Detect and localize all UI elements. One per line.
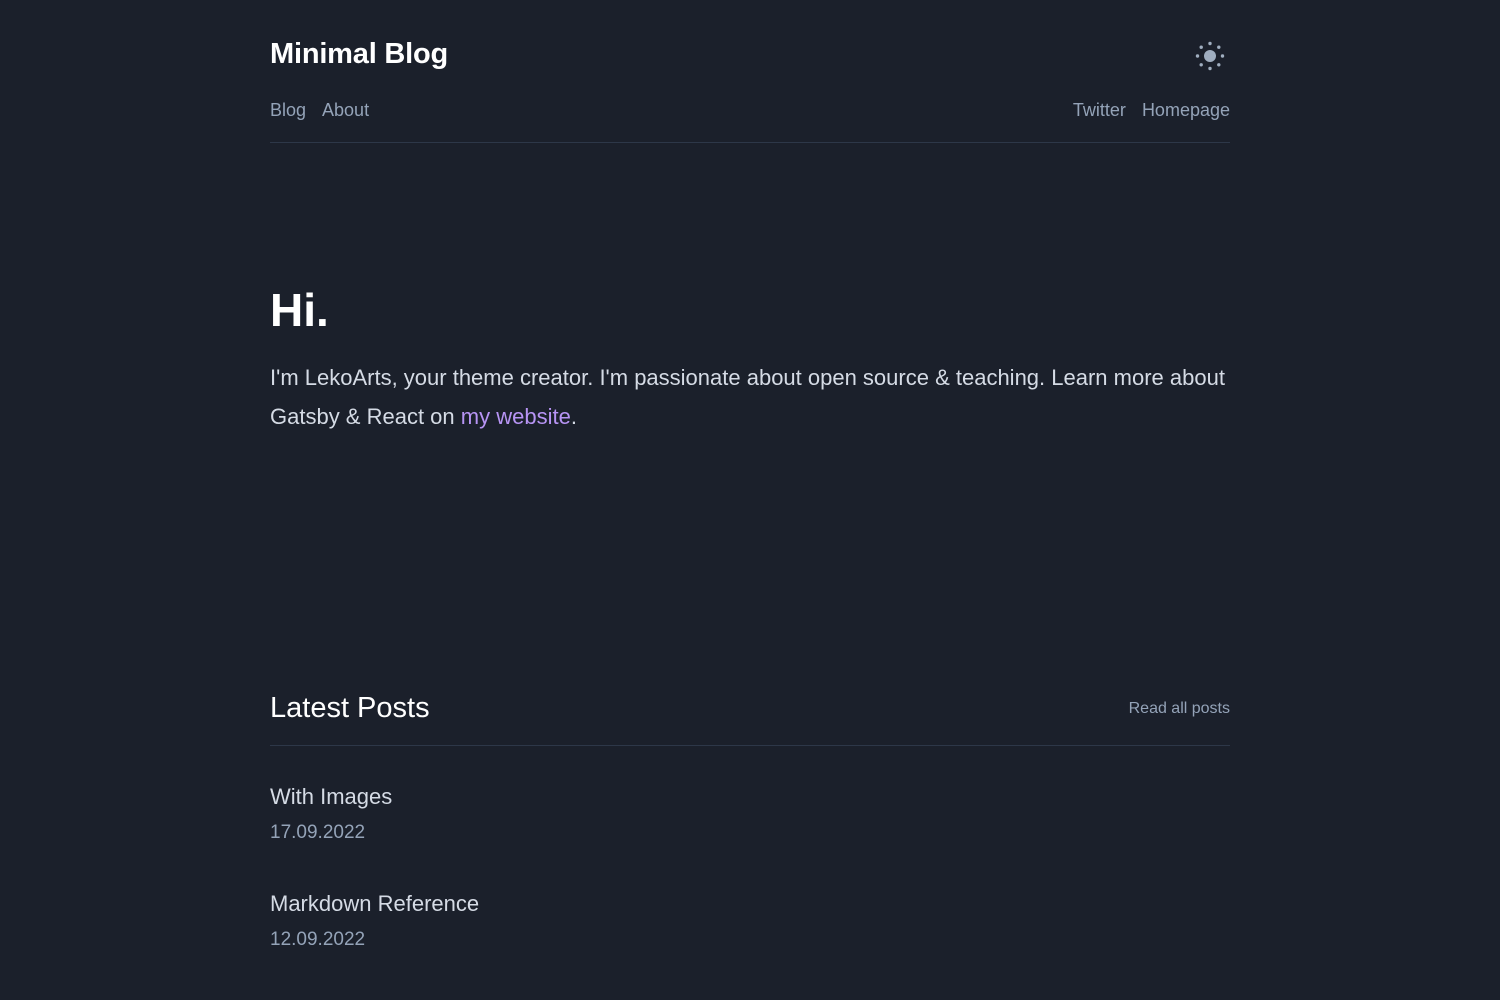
header-divider: [270, 142, 1230, 143]
my-website-link[interactable]: my website: [461, 404, 571, 429]
page-container: Minimal Blog Blog About Twitter Homepage: [270, 0, 1230, 1000]
latest-posts-title: Latest Posts: [270, 692, 430, 724]
nav-link-homepage[interactable]: Homepage: [1142, 100, 1230, 121]
nav-link-twitter[interactable]: Twitter: [1073, 100, 1126, 121]
list-item: Markdown Reference 12.09.2022: [270, 887, 1230, 994]
hero-text-intro: I'm LekoArts, your theme creator. I'm pa…: [270, 365, 1225, 429]
post-date: 17.09.2022: [270, 822, 366, 843]
hero-text: I'm LekoArts, your theme creator. I'm pa…: [270, 358, 1230, 436]
sun-icon: [1195, 41, 1225, 71]
read-all-posts-link[interactable]: Read all posts: [1129, 700, 1230, 718]
theme-toggle-button[interactable]: [1190, 36, 1230, 76]
hero-title: Hi.: [270, 284, 329, 336]
post-title-link[interactable]: With Images: [270, 780, 1230, 814]
post-title-link[interactable]: Markdown Reference: [270, 887, 1230, 921]
hero-text-end: .: [570, 404, 577, 429]
post-date: 12.09.2022: [270, 929, 366, 950]
nav-link-about[interactable]: About: [322, 100, 369, 121]
main-nav: Blog About: [270, 100, 369, 121]
post-list: With Images 17.09.2022 Markdown Referenc…: [270, 780, 1230, 994]
posts-divider: [270, 745, 1230, 746]
external-nav: Twitter Homepage: [1073, 100, 1230, 121]
list-item: With Images 17.09.2022: [270, 780, 1230, 887]
nav-link-blog[interactable]: Blog: [270, 100, 306, 121]
site-title-link[interactable]: Minimal Blog: [270, 38, 448, 71]
